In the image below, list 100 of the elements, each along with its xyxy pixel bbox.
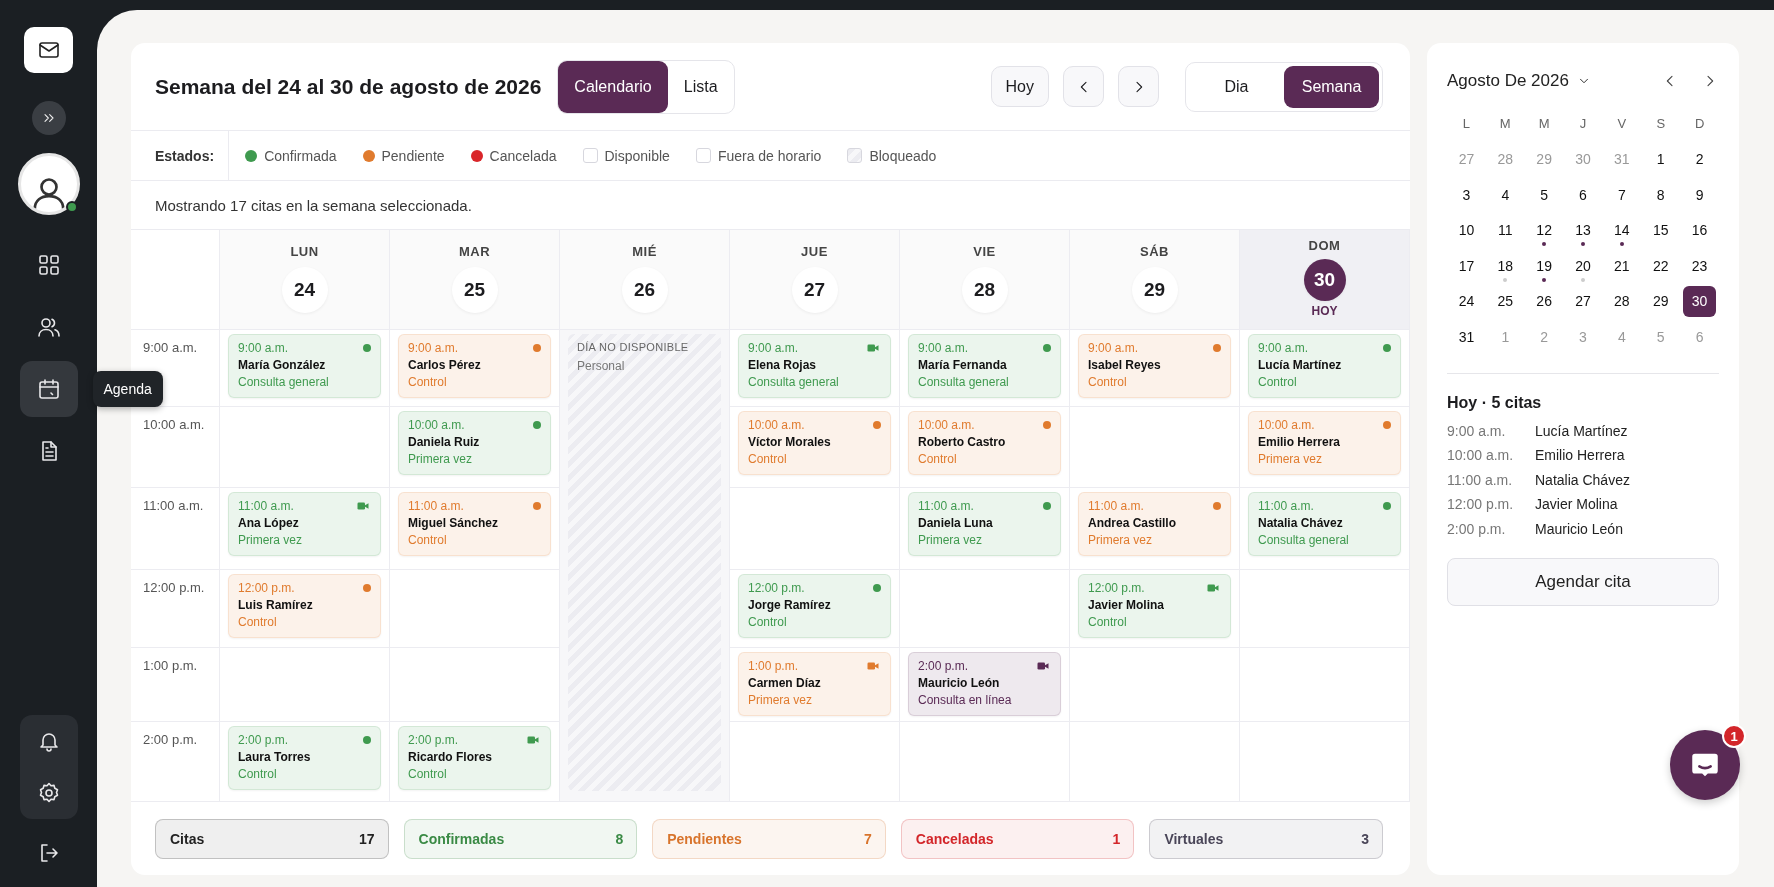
date-number[interactable]: 25: [451, 267, 498, 313]
appointment-card[interactable]: 9:00 a.m. María Fernanda Consulta general: [908, 334, 1061, 398]
time-label: 11:00 a.m.: [143, 498, 204, 513]
date-number[interactable]: 26: [621, 267, 668, 313]
appointment-type: Primera vez: [1088, 533, 1153, 547]
calendar-day[interactable]: 6: [1566, 179, 1600, 211]
range-tab[interactable]: Semana: [1284, 65, 1379, 108]
calendar-day[interactable]: 27: [1566, 285, 1600, 317]
schedule-button[interactable]: Agendar cita: [1447, 558, 1719, 606]
calendar-day[interactable]: 28: [1605, 285, 1639, 317]
calendar-day[interactable]: 8: [1644, 179, 1678, 211]
calendar-day[interactable]: 12: [1527, 214, 1561, 246]
calendar-day[interactable]: 22: [1644, 250, 1678, 282]
calendar-day[interactable]: 24: [1450, 285, 1483, 317]
mail-button[interactable]: [24, 27, 73, 73]
appointment-type: Control: [408, 767, 448, 781]
today-button[interactable]: Hoy: [990, 66, 1049, 107]
calendar-day[interactable]: 9: [1683, 179, 1716, 211]
appointment-card[interactable]: 11:00 a.m. Daniela Luna Primera vez: [908, 492, 1061, 556]
calendar-day[interactable]: 31: [1450, 321, 1483, 353]
appointment-card[interactable]: 2:00 p.m. Ricardo Flores Control: [398, 726, 551, 790]
appointment-card[interactable]: 1:00 p.m. Carmen Díaz Primera vez: [738, 652, 891, 716]
legend-text: Pendiente: [381, 147, 445, 164]
calendar-day[interactable]: 7: [1605, 179, 1639, 211]
appointment-card[interactable]: 12:00 p.m. Javier Molina Control: [1078, 574, 1231, 638]
appointment-card[interactable]: 9:00 a.m. Elena Rojas Consulta general: [738, 334, 891, 398]
appointment-type: Primera vez: [748, 693, 813, 707]
appointment-card[interactable]: 11:00 a.m. Natalia Chávez Consulta general: [1248, 492, 1401, 556]
expand-button[interactable]: [31, 101, 66, 135]
calendar-day[interactable]: 4: [1488, 179, 1522, 211]
patient-name: Natalia Chávez: [1258, 516, 1344, 530]
calendar-day[interactable]: 3: [1450, 179, 1483, 211]
appointment-card[interactable]: 11:00 a.m. Ana López Primera vez: [228, 492, 381, 556]
calendar-day[interactable]: 19: [1527, 250, 1561, 282]
calendar-day[interactable]: 18: [1488, 250, 1522, 282]
appointment-card[interactable]: 11:00 a.m. Andrea Castillo Primera vez: [1078, 492, 1231, 556]
summary-label: Confirmadas: [418, 830, 505, 847]
appointment-card[interactable]: 10:00 a.m. Víctor Morales Control: [738, 411, 891, 475]
calendar-day[interactable]: 29: [1644, 285, 1678, 317]
appointment-card[interactable]: 9:00 a.m. María González Consulta general: [228, 334, 381, 398]
time-label: 10:00 a.m.: [143, 417, 205, 432]
date-number[interactable]: 27: [791, 267, 838, 313]
date-number[interactable]: 29: [1131, 267, 1178, 313]
appointment-card[interactable]: 10:00 a.m. Roberto Castro Control: [908, 411, 1061, 475]
appointment-card[interactable]: 2:00 p.m. Laura Torres Control: [228, 726, 381, 790]
date-number[interactable]: 30: [1303, 259, 1346, 301]
calendar-day[interactable]: 15: [1644, 214, 1678, 246]
summary-count: 1: [1112, 830, 1121, 847]
calendar-day[interactable]: 26: [1527, 285, 1561, 317]
legend-label: Estados:: [131, 131, 230, 180]
summary-count: 7: [864, 830, 872, 847]
appointment-card[interactable]: 10:00 a.m. Daniela Ruiz Primera vez: [398, 411, 551, 475]
date-number[interactable]: 24: [281, 267, 328, 313]
appointment-type: Control: [238, 767, 278, 781]
patient-name: Mauricio León: [1535, 519, 1623, 538]
calendar-day[interactable]: 11: [1488, 214, 1522, 246]
appointment-card[interactable]: 11:00 a.m. Miguel Sánchez Control: [398, 492, 551, 556]
patient-name: Javier Molina: [1535, 495, 1618, 514]
view-tab[interactable]: Calendario: [558, 60, 668, 113]
weekday-label: SÁB: [1140, 244, 1169, 259]
weekday-label: JUE: [801, 244, 828, 259]
calendar-day[interactable]: 2: [1683, 143, 1716, 175]
appointment-card[interactable]: 10:00 a.m. Emilio Herrera Primera vez: [1248, 411, 1401, 475]
calendar-day[interactable]: 1: [1644, 143, 1678, 175]
summary-count: 17: [359, 830, 375, 847]
calendar-day[interactable]: 20: [1566, 250, 1600, 282]
patient-name: Ricardo Flores: [408, 750, 494, 764]
appointment-card[interactable]: 9:00 a.m. Carlos Pérez Control: [398, 334, 551, 398]
calendar-day[interactable]: 14: [1605, 214, 1639, 246]
appointment-card[interactable]: 9:00 a.m. Isabel Reyes Control: [1078, 334, 1231, 398]
calendar-day[interactable]: 16: [1683, 214, 1716, 246]
weekday-label: V: [1616, 115, 1628, 134]
appointment-time: 1:00 p.m.: [748, 659, 799, 673]
appointment-card[interactable]: 2:00 p.m. Mauricio León Consulta en línea: [908, 652, 1061, 716]
appointment-type: Consulta general: [238, 375, 330, 389]
month-selector[interactable]: Agosto De 2026: [1447, 71, 1591, 91]
appointment-type: Control: [408, 533, 448, 547]
calendar-day[interactable]: 30: [1683, 285, 1716, 317]
calendar-day[interactable]: 25: [1488, 285, 1522, 317]
appointment-card[interactable]: 12:00 p.m. Luis Ramírez Control: [228, 574, 381, 638]
hatched-swatch: [847, 148, 863, 163]
users-icon: [36, 315, 61, 339]
appointment-type: Consulta general: [1258, 533, 1350, 547]
calendar-day[interactable]: 5: [1527, 179, 1561, 211]
calendar-day[interactable]: 23: [1683, 250, 1716, 282]
patient-name: Mauricio León: [918, 676, 1001, 690]
appointment-card[interactable]: 9:00 a.m. Lucía Martínez Control: [1248, 334, 1401, 398]
time-label: 2:00 p.m.: [143, 732, 198, 747]
calendar-day[interactable]: 10: [1450, 214, 1483, 246]
appointment-card[interactable]: 12:00 p.m. Jorge Ramírez Control: [738, 574, 891, 638]
appointment-time: 10:00 a.m.: [408, 418, 465, 432]
patient-name: María Fernanda: [918, 358, 1008, 372]
range-tab[interactable]: Dia: [1189, 65, 1284, 108]
calendar-day[interactable]: 21: [1605, 250, 1639, 282]
date-number[interactable]: 28: [961, 267, 1008, 313]
calendar-day[interactable]: 17: [1450, 250, 1483, 282]
today-label: HOY: [1311, 304, 1338, 318]
calendar-day[interactable]: 13: [1566, 214, 1600, 246]
summary-label: Citas: [170, 830, 205, 847]
view-tab[interactable]: Lista: [667, 60, 734, 113]
